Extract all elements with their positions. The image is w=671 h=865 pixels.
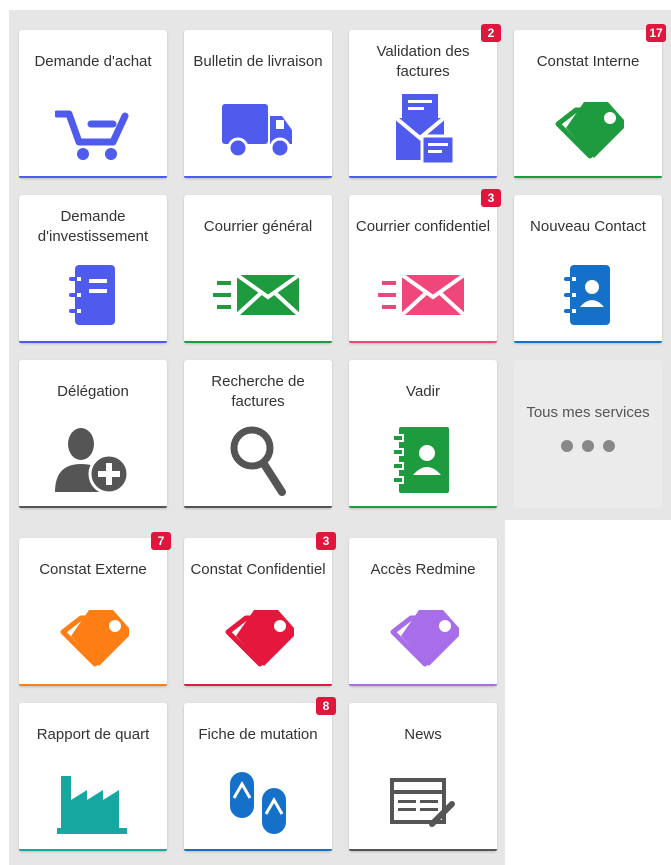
tag-icon	[514, 90, 662, 170]
tile-courrier-confidentiel[interactable]: Courrier confidentiel 3	[349, 189, 501, 343]
tile-label: Rapport de quart	[36, 726, 150, 743]
tile-label: Recherche de factures	[211, 373, 305, 410]
tile-accent-bar	[19, 506, 167, 508]
notification-badge: 3	[481, 189, 501, 207]
tile-accent-bar	[19, 176, 167, 178]
tile-courrier-general[interactable]: Courrier général	[184, 195, 332, 343]
shopping-cart-icon	[19, 90, 167, 170]
notification-badge: 3	[316, 532, 336, 550]
tile-accent-bar	[184, 684, 332, 686]
tile-label: Courrier confidentiel	[355, 218, 491, 235]
tile-accent-bar	[184, 341, 332, 343]
tile-accent-bar	[184, 176, 332, 178]
notebook-icon	[19, 255, 167, 335]
tile-accent-bar	[349, 849, 497, 851]
address-book-icon	[349, 420, 497, 500]
tile-label: Constat Interne	[536, 53, 640, 70]
tile-news[interactable]: News	[349, 703, 497, 851]
tag-icon	[349, 598, 497, 678]
more-dots-icon	[514, 440, 662, 452]
sent-mail-icon	[349, 255, 497, 335]
tile-label: Nouveau Contact	[530, 218, 646, 235]
newspaper-icon	[349, 763, 497, 843]
tile-accent-bar	[514, 341, 662, 343]
invoice-envelope-icon	[349, 90, 497, 170]
tile-accent-bar	[184, 506, 332, 508]
tile-label: Courrier général	[203, 218, 313, 235]
tile-label: Bulletin de livraison	[193, 53, 323, 70]
flip-flops-icon	[184, 763, 332, 843]
tile-constat-confidentiel[interactable]: Constat Confidentiel 3	[184, 532, 336, 686]
tag-icon	[184, 598, 332, 678]
tile-acces-redmine[interactable]: Accès Redmine	[349, 538, 497, 686]
tile-accent-bar	[349, 684, 497, 686]
tile-label: Fiche de mutation	[198, 726, 318, 743]
tile-label: Validation des factures	[376, 43, 470, 80]
notification-badge: 17	[646, 24, 666, 42]
tile-tous-mes-services[interactable]: Tous mes services	[514, 360, 662, 508]
tile-label: Constat Externe	[39, 561, 147, 578]
tile-accent-bar	[19, 684, 167, 686]
tile-demande-achat[interactable]: Demande d'achat	[19, 30, 167, 178]
tile-label: Tous mes services	[526, 404, 650, 421]
tile-bulletin-livraison[interactable]: Bulletin de livraison	[184, 30, 332, 178]
tile-accent-bar	[19, 341, 167, 343]
tile-accent-bar	[184, 849, 332, 851]
add-user-icon	[19, 420, 167, 500]
tile-label: Demande d'achat	[34, 53, 152, 70]
sent-mail-icon	[184, 255, 332, 335]
tile-recherche-factures[interactable]: Recherche de factures	[184, 360, 332, 508]
tile-delegation[interactable]: Délégation	[19, 360, 167, 508]
tile-label: Accès Redmine	[370, 561, 476, 578]
tile-accent-bar	[19, 849, 167, 851]
contact-book-icon	[514, 255, 662, 335]
tile-rapport-de-quart[interactable]: Rapport de quart	[19, 703, 167, 851]
delivery-truck-icon	[184, 90, 332, 170]
tile-demande-investissement[interactable]: Demande d'investissement	[19, 195, 167, 343]
search-icon	[184, 420, 332, 500]
tile-fiche-de-mutation[interactable]: Fiche de mutation 8	[184, 697, 336, 851]
tile-label: Vadir	[406, 383, 440, 400]
tile-constat-externe[interactable]: Constat Externe 7	[19, 532, 171, 686]
tile-label: Délégation	[57, 383, 129, 400]
tile-accent-bar	[349, 341, 497, 343]
tile-label: Demande d'investissement	[37, 208, 149, 245]
tile-accent-bar	[349, 176, 497, 178]
tile-validation-factures[interactable]: Validation des factures 2	[349, 24, 501, 178]
factory-icon	[19, 763, 167, 843]
tile-label: Constat Confidentiel	[190, 561, 326, 578]
notification-badge: 2	[481, 24, 501, 42]
tile-vadir[interactable]: Vadir	[349, 360, 497, 508]
tile-accent-bar	[514, 176, 662, 178]
tile-accent-bar	[349, 506, 497, 508]
notification-badge: 7	[151, 532, 171, 550]
tile-label: News	[404, 726, 442, 743]
tag-icon	[19, 598, 167, 678]
tile-constat-interne[interactable]: Constat Interne 17	[514, 24, 666, 178]
notification-badge: 8	[316, 697, 336, 715]
tile-nouveau-contact[interactable]: Nouveau Contact	[514, 195, 662, 343]
